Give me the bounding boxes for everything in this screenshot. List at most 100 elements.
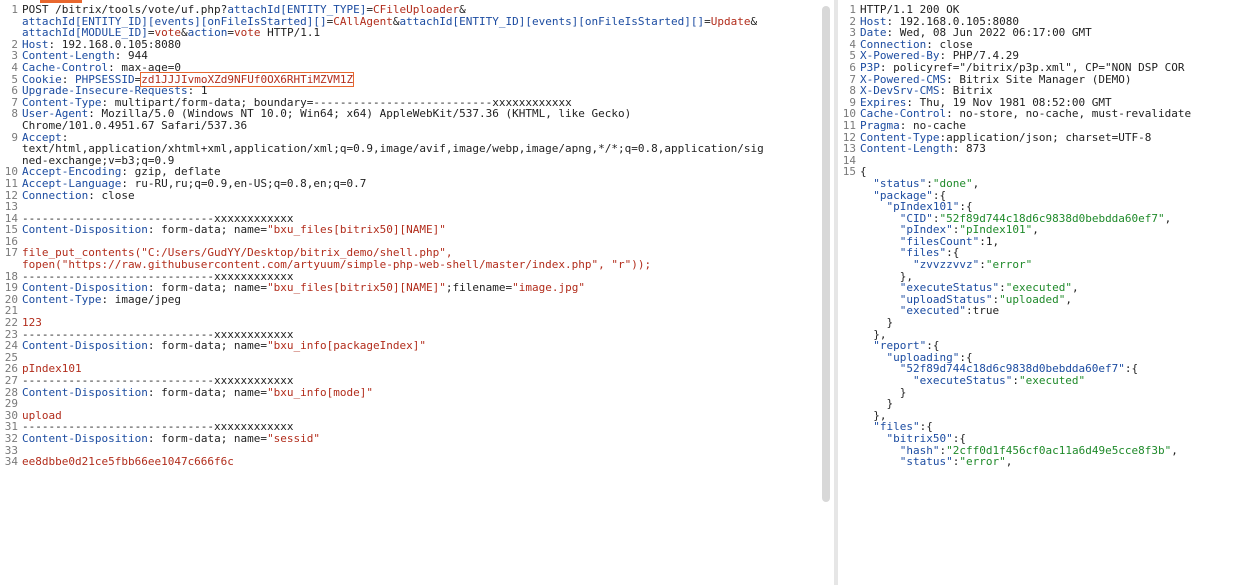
code-token: HTTP/1.1 xyxy=(260,26,321,40)
request-line: 15 Content-Disposition: form-data; name="… xyxy=(0,224,834,236)
code-token: ee8dbbe0d21ce5fbb66ee1047c666f6c xyxy=(22,455,234,469)
code-token: Update xyxy=(710,14,751,28)
code-token: "uploaded" xyxy=(999,292,1066,306)
code-token: "bxu_files[bitrix50][NAME]" xyxy=(267,281,446,295)
request-line: 28 Content-Disposition: form-data; name="… xyxy=(0,385,834,399)
code-token: Content-Disposition xyxy=(22,339,148,353)
code-token: = xyxy=(704,14,711,28)
request-line: 21 xyxy=(0,305,834,317)
line-number: 34 xyxy=(4,455,18,469)
line-number: 6 xyxy=(849,60,856,74)
code-token: , xyxy=(972,176,980,190)
code-token: : 873 xyxy=(952,142,986,156)
response-line: 13 Content-Length: 873 xyxy=(838,143,1256,155)
code-token: = xyxy=(227,26,234,40)
code-token: :true xyxy=(965,304,1000,318)
code-token: Content-Disposition xyxy=(22,431,148,445)
code-token: : close xyxy=(88,188,135,202)
code-token: Content-Disposition xyxy=(22,385,148,399)
code-token: "image.jpg" xyxy=(512,281,585,295)
line-number: 9 xyxy=(11,130,18,144)
line-content: } xyxy=(860,386,1256,399)
code-token: :{ xyxy=(1124,362,1139,376)
line-number: 32 xyxy=(4,431,18,445)
line-number: 17 xyxy=(4,246,18,260)
code-token: "status" xyxy=(899,455,953,469)
line-number: 11 xyxy=(842,118,856,132)
response-editor-pane[interactable]: 1 HTTP/1.1 200 OK 2 Host: 192.168.0.105:808… xyxy=(838,0,1256,585)
line-content: Cache-Control: max-age=0 xyxy=(22,62,834,74)
line-content: Content-Disposition: form-data; name="bx… xyxy=(22,340,834,352)
code-token: : image/jpeg xyxy=(101,292,181,306)
line-number: 8 xyxy=(849,84,856,98)
line-number: 13 xyxy=(842,142,856,156)
line-number: 13 xyxy=(4,200,18,214)
code-token: ;filename= xyxy=(445,281,513,295)
line-content: } xyxy=(860,317,1256,329)
request-line: 32 Content-Disposition: form-data; name="… xyxy=(0,433,834,445)
code-token: "zvvzzvvz" xyxy=(912,258,980,272)
code-token: , xyxy=(1065,292,1072,306)
line-number: 6 xyxy=(11,84,18,98)
code-token: "executed" xyxy=(899,304,966,318)
code-token: attachId[ENTITY_ID][events][onFileIsStar… xyxy=(399,14,705,28)
line-content: "zvvzzvvz":"error" xyxy=(860,259,1256,271)
request-line: Chrome/101.0.4951.67 Safari/537.36 xyxy=(0,120,834,132)
code-token: action xyxy=(187,26,228,40)
code-token: Content-Length xyxy=(860,142,953,156)
code-token: Content-Disposition xyxy=(22,223,148,237)
code-token: "sessid" xyxy=(267,431,321,445)
line-content: Accept-Language: ru-RU,ru;q=0.9,en-US;q=… xyxy=(22,178,834,190)
code-token: , xyxy=(1071,281,1079,295)
code-token: , xyxy=(1005,455,1013,469)
code-token: : form-data; name= xyxy=(147,431,268,445)
response-line: } xyxy=(838,317,1256,329)
code-token: :1, xyxy=(979,234,1000,248)
line-content: Content-Disposition: form-data; name="bx… xyxy=(22,224,834,236)
response-line: } xyxy=(838,398,1256,410)
code-token: : form-data; name= xyxy=(147,385,268,399)
response-line: } xyxy=(838,386,1256,399)
request-line: 24 Content-Disposition: form-data; name="… xyxy=(0,340,834,352)
code-token: & xyxy=(180,26,188,40)
request-line: 12 Connection: close xyxy=(0,188,834,202)
code-token: : ru-RU,ru;q=0.9,en-US;q=0.8,en;q=0.7 xyxy=(121,176,367,190)
line-content: "status":"error", xyxy=(860,456,1256,468)
line-number: 1 xyxy=(849,3,856,16)
code-token: : form-data; name= xyxy=(147,223,268,237)
code-token: & xyxy=(392,14,400,28)
line-content: ee8dbbe0d21ce5fbb66ee1047c666f6c xyxy=(22,456,834,468)
line-number: 8 xyxy=(11,107,18,121)
response-line: "status":"error", xyxy=(838,456,1256,468)
code-token: , xyxy=(1032,223,1039,237)
response-line: 14 xyxy=(838,155,1256,167)
line-content: Content-Type: image/jpeg xyxy=(22,294,834,306)
code-token: "executeStatus" xyxy=(912,374,1013,387)
line-number: 27 xyxy=(4,374,18,387)
line-content: "executed":true xyxy=(860,305,1256,317)
line-content: Content-Length: 873 xyxy=(860,143,1256,155)
response-line: "executed":true xyxy=(838,305,1256,317)
line-content: Content-Disposition: form-data; name="se… xyxy=(22,433,834,445)
code-token: "bxu_info[packageIndex]" xyxy=(267,339,427,353)
code-token: : form-data; name= xyxy=(147,339,268,353)
request-line: 34 ee8dbbe0d21ce5fbb66ee1047c666f6c xyxy=(0,456,834,468)
code-token: , xyxy=(1164,211,1172,225)
response-text[interactable]: 1 HTTP/1.1 200 OK 2 Host: 192.168.0.105:808… xyxy=(838,4,1256,468)
request-line: 29 xyxy=(0,398,834,410)
code-token: "bxu_files[bitrix50][NAME]" xyxy=(267,223,446,237)
code-token: "executed" xyxy=(1018,374,1086,387)
code-token: "error" xyxy=(959,455,1006,469)
request-editor-pane[interactable]: 1 POST /bitrix/tools/vote/uf.php?attachId… xyxy=(0,0,834,585)
request-text[interactable]: 1 POST /bitrix/tools/vote/uf.php?attachId… xyxy=(0,4,834,468)
line-number: 15 xyxy=(842,165,856,179)
code-token: : no-store, no-cache, must-revalidate xyxy=(946,107,1192,121)
line-number: 11 xyxy=(4,176,18,190)
line-content: Chrome/101.0.4951.67 Safari/537.36 xyxy=(22,120,834,132)
line-content: } xyxy=(860,398,1256,410)
code-token: : xyxy=(979,258,986,272)
request-scrollbar[interactable] xyxy=(822,6,830,502)
code-token: CAllAgent xyxy=(333,14,393,28)
code-token: "bxu_info[mode]" xyxy=(267,385,374,399)
